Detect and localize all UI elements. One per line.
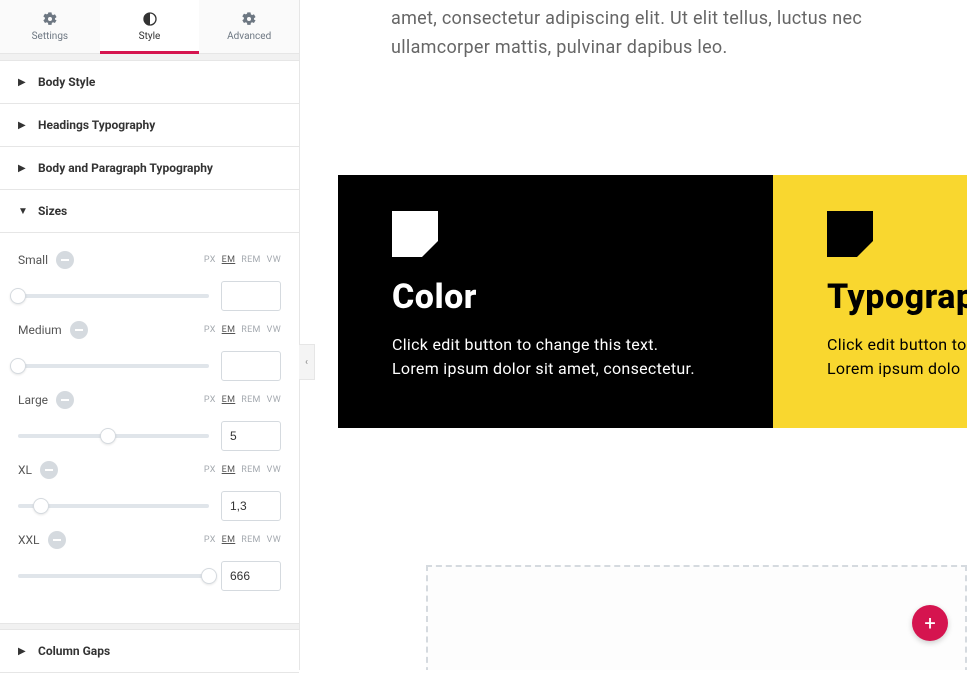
unit-em[interactable]: EM (222, 395, 236, 405)
slider-label: Small (18, 253, 48, 267)
tabs-bar: Settings Style Advanced (0, 0, 299, 54)
unit-rem[interactable]: REM (241, 465, 260, 475)
card-title: Typograp (827, 277, 967, 317)
card-text: Click edit button to Lorem ipsum dolo (827, 333, 967, 381)
unit-rem[interactable]: REM (241, 535, 260, 545)
section-title: Column Gaps (38, 644, 110, 658)
collapse-sidebar-button[interactable]: ‹ (299, 344, 315, 380)
card-color[interactable]: Color Click edit button to change this t… (338, 175, 773, 428)
slider-thumb[interactable] (10, 358, 26, 374)
tab-style[interactable]: Style (100, 0, 200, 53)
unit-px[interactable]: PX (204, 535, 216, 545)
responsive-badge-icon[interactable] (56, 251, 74, 269)
slider-xxl: XXL PX EM REM VW (18, 531, 281, 591)
caret-right-icon: ▶ (18, 646, 28, 657)
settings-sidebar: Settings Style Advanced ▶ Body Style ▶ H… (0, 0, 300, 670)
unit-vw[interactable]: VW (267, 255, 281, 265)
plus-icon: + (924, 611, 935, 635)
add-section-dropzone[interactable] (426, 565, 967, 670)
tab-advanced[interactable]: Advanced (199, 0, 299, 53)
slider-value-input[interactable] (221, 561, 281, 591)
slider-label: Large (18, 393, 48, 407)
slider-track[interactable] (18, 364, 209, 368)
slider-small: Small PX EM REM VW (18, 251, 281, 311)
section-column-gaps[interactable]: ▶ Column Gaps (0, 630, 299, 673)
section-separator (0, 54, 299, 61)
slider-label: XL (18, 463, 32, 477)
card-title: Color (392, 277, 719, 317)
cards-row: Color Click edit button to change this t… (338, 175, 967, 428)
slider-value-input[interactable] (221, 281, 281, 311)
gear-icon (42, 11, 58, 27)
slider-thumb[interactable] (10, 288, 26, 304)
note-icon (392, 211, 438, 257)
caret-right-icon: ▶ (18, 163, 28, 174)
section-title: Sizes (38, 204, 67, 218)
slider-medium: Medium PX EM REM VW (18, 321, 281, 381)
unit-em[interactable]: EM (222, 535, 236, 545)
preview-canvas: amet, consectetur adipiscing elit. Ut el… (316, 0, 967, 670)
gear-icon (241, 11, 257, 27)
responsive-badge-icon[interactable] (40, 461, 58, 479)
chevron-left-icon: ‹ (305, 357, 308, 368)
slider-value-input[interactable] (221, 351, 281, 381)
section-sizes[interactable]: ▼ Sizes (0, 190, 299, 233)
unit-px[interactable]: PX (204, 325, 216, 335)
unit-vw[interactable]: VW (267, 395, 281, 405)
unit-vw[interactable]: VW (267, 465, 281, 475)
responsive-badge-icon[interactable] (56, 391, 74, 409)
tab-label: Advanced (227, 31, 271, 42)
add-element-button[interactable]: + (912, 605, 948, 641)
unit-px[interactable]: PX (204, 465, 216, 475)
slider-thumb[interactable] (201, 568, 217, 584)
slider-track[interactable] (18, 434, 209, 438)
unit-rem[interactable]: REM (241, 325, 260, 335)
caret-right-icon: ▶ (18, 120, 28, 131)
section-title: Body and Paragraph Typography (38, 161, 213, 175)
card-text: Click edit button to change this text. L… (392, 333, 719, 381)
unit-vw[interactable]: VW (267, 535, 281, 545)
unit-em[interactable]: EM (222, 325, 236, 335)
slider-thumb[interactable] (100, 428, 116, 444)
slider-track[interactable] (18, 504, 209, 508)
intro-paragraph[interactable]: amet, consectetur adipiscing elit. Ut el… (391, 5, 957, 63)
card-typography[interactable]: Typograp Click edit button to Lorem ipsu… (773, 175, 967, 428)
slider-track[interactable] (18, 294, 209, 298)
section-body-style[interactable]: ▶ Body Style (0, 61, 299, 104)
section-title: Headings Typography (38, 118, 155, 132)
tab-label: Settings (32, 31, 69, 42)
section-headings-typography[interactable]: ▶ Headings Typography (0, 104, 299, 147)
unit-vw[interactable]: VW (267, 325, 281, 335)
caret-down-icon: ▼ (18, 206, 28, 217)
unit-rem[interactable]: REM (241, 255, 260, 265)
note-icon (827, 211, 873, 257)
section-title: Body Style (38, 75, 95, 89)
slider-thumb[interactable] (33, 498, 49, 514)
responsive-badge-icon[interactable] (48, 531, 66, 549)
section-separator (0, 623, 299, 630)
slider-track[interactable] (18, 574, 209, 578)
slider-label: XXL (18, 533, 40, 547)
slider-large: Large PX EM REM VW (18, 391, 281, 451)
slider-value-input[interactable] (221, 491, 281, 521)
tab-settings[interactable]: Settings (0, 0, 100, 53)
responsive-badge-icon[interactable] (70, 321, 88, 339)
unit-em[interactable]: EM (222, 465, 236, 475)
section-body-paragraph-typography[interactable]: ▶ Body and Paragraph Typography (0, 147, 299, 190)
slider-label: Medium (18, 323, 62, 337)
slider-xl: XL PX EM REM VW (18, 461, 281, 521)
tab-label: Style (139, 31, 161, 42)
contrast-icon (142, 11, 158, 27)
unit-rem[interactable]: REM (241, 395, 260, 405)
slider-value-input[interactable] (221, 421, 281, 451)
unit-px[interactable]: PX (204, 255, 216, 265)
unit-px[interactable]: PX (204, 395, 216, 405)
sizes-panel: Small PX EM REM VW Medium PX EM REM VW Large PX EM RE… (0, 233, 299, 611)
caret-right-icon: ▶ (18, 77, 28, 88)
unit-em[interactable]: EM (222, 255, 236, 265)
